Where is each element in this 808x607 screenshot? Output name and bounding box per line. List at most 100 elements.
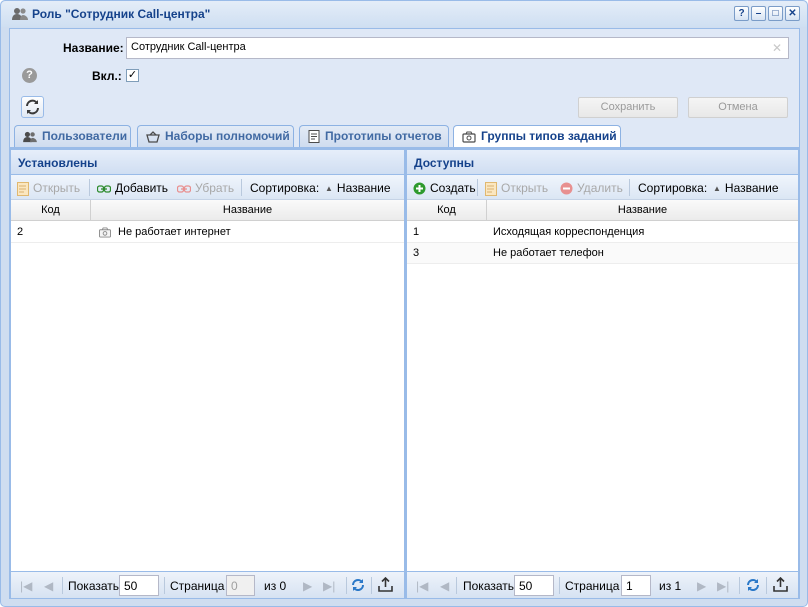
tab-permission-sets-label: Наборы полномочий xyxy=(165,129,290,143)
available-show-label: Показать xyxy=(463,579,515,593)
available-grid-header: Код Название xyxy=(407,200,798,221)
first-page-icon[interactable]: |◀ xyxy=(416,579,428,593)
installed-page-size-input[interactable] xyxy=(119,575,159,596)
available-open-label: Открыть xyxy=(501,181,549,195)
minimize-button[interactable]: – xyxy=(751,6,766,21)
available-toolbar: Создать Открыть Удалить Сортировка: ▲ Наз… xyxy=(407,175,798,200)
clear-icon[interactable]: ✕ xyxy=(772,41,782,55)
installed-sort-label: Сортировка: xyxy=(250,181,320,195)
document-icon xyxy=(485,181,497,196)
tab-report-prototypes[interactable]: Прототипы отчетов xyxy=(299,125,449,147)
available-create-label: Создать xyxy=(430,181,476,195)
cancel-button[interactable]: Отмена xyxy=(688,97,788,118)
sort-asc-icon: ▲ xyxy=(713,184,721,194)
column-code[interactable]: Код xyxy=(407,200,487,221)
unlink-icon xyxy=(177,185,191,193)
save-button[interactable]: Сохранить xyxy=(578,97,678,118)
installed-toolbar: Открыть Добавить Убрать Сортировка: ▲ Наз… xyxy=(11,175,404,200)
pager-separator xyxy=(164,577,165,594)
installed-add-label: Добавить xyxy=(115,181,169,195)
export-icon[interactable] xyxy=(773,577,788,592)
installed-add-button[interactable]: Добавить xyxy=(97,181,168,195)
sort-asc-icon: ▲ xyxy=(325,184,333,194)
available-title: Доступны xyxy=(407,150,798,175)
available-create-button[interactable]: Создать xyxy=(413,181,476,195)
cell-code: 2 xyxy=(17,226,24,238)
basket-icon xyxy=(146,130,160,143)
tab-report-prototypes-label: Прототипы отчетов xyxy=(325,129,442,143)
available-sort-label: Сортировка: xyxy=(638,181,708,195)
installed-open-label: Открыть xyxy=(33,181,81,195)
next-page-icon[interactable]: ▶ xyxy=(303,579,312,593)
installed-open-button[interactable]: Открыть xyxy=(17,181,80,196)
document-icon xyxy=(17,181,29,196)
available-pager: |◀ ◀ Показать Страница из 1 ▶ ▶| xyxy=(407,571,798,598)
first-page-icon[interactable]: |◀ xyxy=(20,579,32,593)
table-row[interactable]: 3 Не работает телефон xyxy=(407,243,798,264)
users-icon xyxy=(12,8,28,20)
window-body: Название: Сотрудник Call-центра ✕ ? Вкл.… xyxy=(9,28,800,599)
installed-show-label: Показать xyxy=(68,579,120,593)
available-delete-button[interactable]: Удалить xyxy=(560,181,623,195)
toolbar-separator xyxy=(89,179,90,196)
cell-name: Не работает телефон xyxy=(493,247,604,259)
table-row[interactable]: 2 Не работает интернет xyxy=(11,222,404,243)
window-title: Роль "Сотрудник Call-центра" xyxy=(32,7,211,21)
tab-users[interactable]: Пользователи xyxy=(14,125,131,147)
installed-grid-header: Код Название xyxy=(11,200,404,221)
column-name[interactable]: Название xyxy=(487,200,798,221)
installed-remove-button[interactable]: Убрать xyxy=(177,181,234,195)
prev-page-icon[interactable]: ◀ xyxy=(440,579,449,593)
table-row[interactable]: 1 Исходящая корреспонденция xyxy=(407,222,798,243)
pager-separator xyxy=(766,577,767,594)
available-sort-field-label: Название xyxy=(724,181,779,195)
window-titlebar[interactable]: Роль "Сотрудник Call-центра" ? – □ ✕ xyxy=(1,1,807,27)
tab-users-label: Пользователи xyxy=(42,129,128,143)
available-sort-field[interactable]: ▲ Название xyxy=(713,181,779,195)
available-page-count: из 1 xyxy=(659,579,682,593)
delete-icon xyxy=(560,182,573,195)
close-button[interactable]: ✕ xyxy=(785,6,800,21)
camera-icon xyxy=(99,227,111,238)
role-window: Роль "Сотрудник Call-центра" ? – □ ✕ Наз… xyxy=(0,0,808,607)
tab-task-type-groups[interactable]: Группы типов заданий xyxy=(453,125,621,148)
enabled-label: Вкл.: xyxy=(92,69,122,83)
name-value: Сотрудник Call-центра xyxy=(131,41,246,53)
installed-sort-field[interactable]: ▲ Название xyxy=(325,181,391,195)
available-open-button[interactable]: Открыть xyxy=(485,181,548,196)
help-button[interactable]: ? xyxy=(734,6,749,21)
installed-page-input[interactable] xyxy=(226,575,255,596)
name-label: Название: xyxy=(63,41,124,55)
available-panel: Доступны Создать Открыть Удалить Сортиро… xyxy=(406,149,799,599)
reload-icon[interactable] xyxy=(745,577,761,593)
tab-permission-sets[interactable]: Наборы полномочий xyxy=(137,125,294,147)
column-name[interactable]: Название xyxy=(91,200,404,221)
reload-icon[interactable] xyxy=(350,577,366,593)
last-page-icon[interactable]: ▶| xyxy=(717,579,729,593)
prev-page-icon[interactable]: ◀ xyxy=(44,579,53,593)
pager-separator xyxy=(62,577,63,594)
camera-icon xyxy=(462,131,476,143)
refresh-button[interactable] xyxy=(21,96,44,118)
installed-remove-label: Убрать xyxy=(195,181,235,195)
available-page-size-input[interactable] xyxy=(514,575,554,596)
help-icon[interactable]: ? xyxy=(22,68,37,83)
users-icon xyxy=(23,131,37,142)
enabled-checkbox[interactable]: ✓ xyxy=(126,69,139,82)
maximize-button[interactable]: □ xyxy=(768,6,783,21)
refresh-icon xyxy=(26,99,39,115)
pager-separator xyxy=(559,577,560,594)
export-icon[interactable] xyxy=(378,577,393,592)
column-code[interactable]: Код xyxy=(11,200,91,221)
last-page-icon[interactable]: ▶| xyxy=(323,579,335,593)
pager-separator xyxy=(371,577,372,594)
available-page-input[interactable] xyxy=(621,575,651,596)
toolbar-separator xyxy=(241,179,242,196)
cell-name: Исходящая корреспонденция xyxy=(493,226,645,238)
name-input[interactable]: Сотрудник Call-центра ✕ xyxy=(126,37,789,59)
installed-pager: |◀ ◀ Показать Страница из 0 ▶ ▶| xyxy=(11,571,404,598)
available-page-label: Страница xyxy=(565,579,620,593)
next-page-icon[interactable]: ▶ xyxy=(697,579,706,593)
report-icon xyxy=(308,130,320,144)
installed-page-count: из 0 xyxy=(264,579,287,593)
